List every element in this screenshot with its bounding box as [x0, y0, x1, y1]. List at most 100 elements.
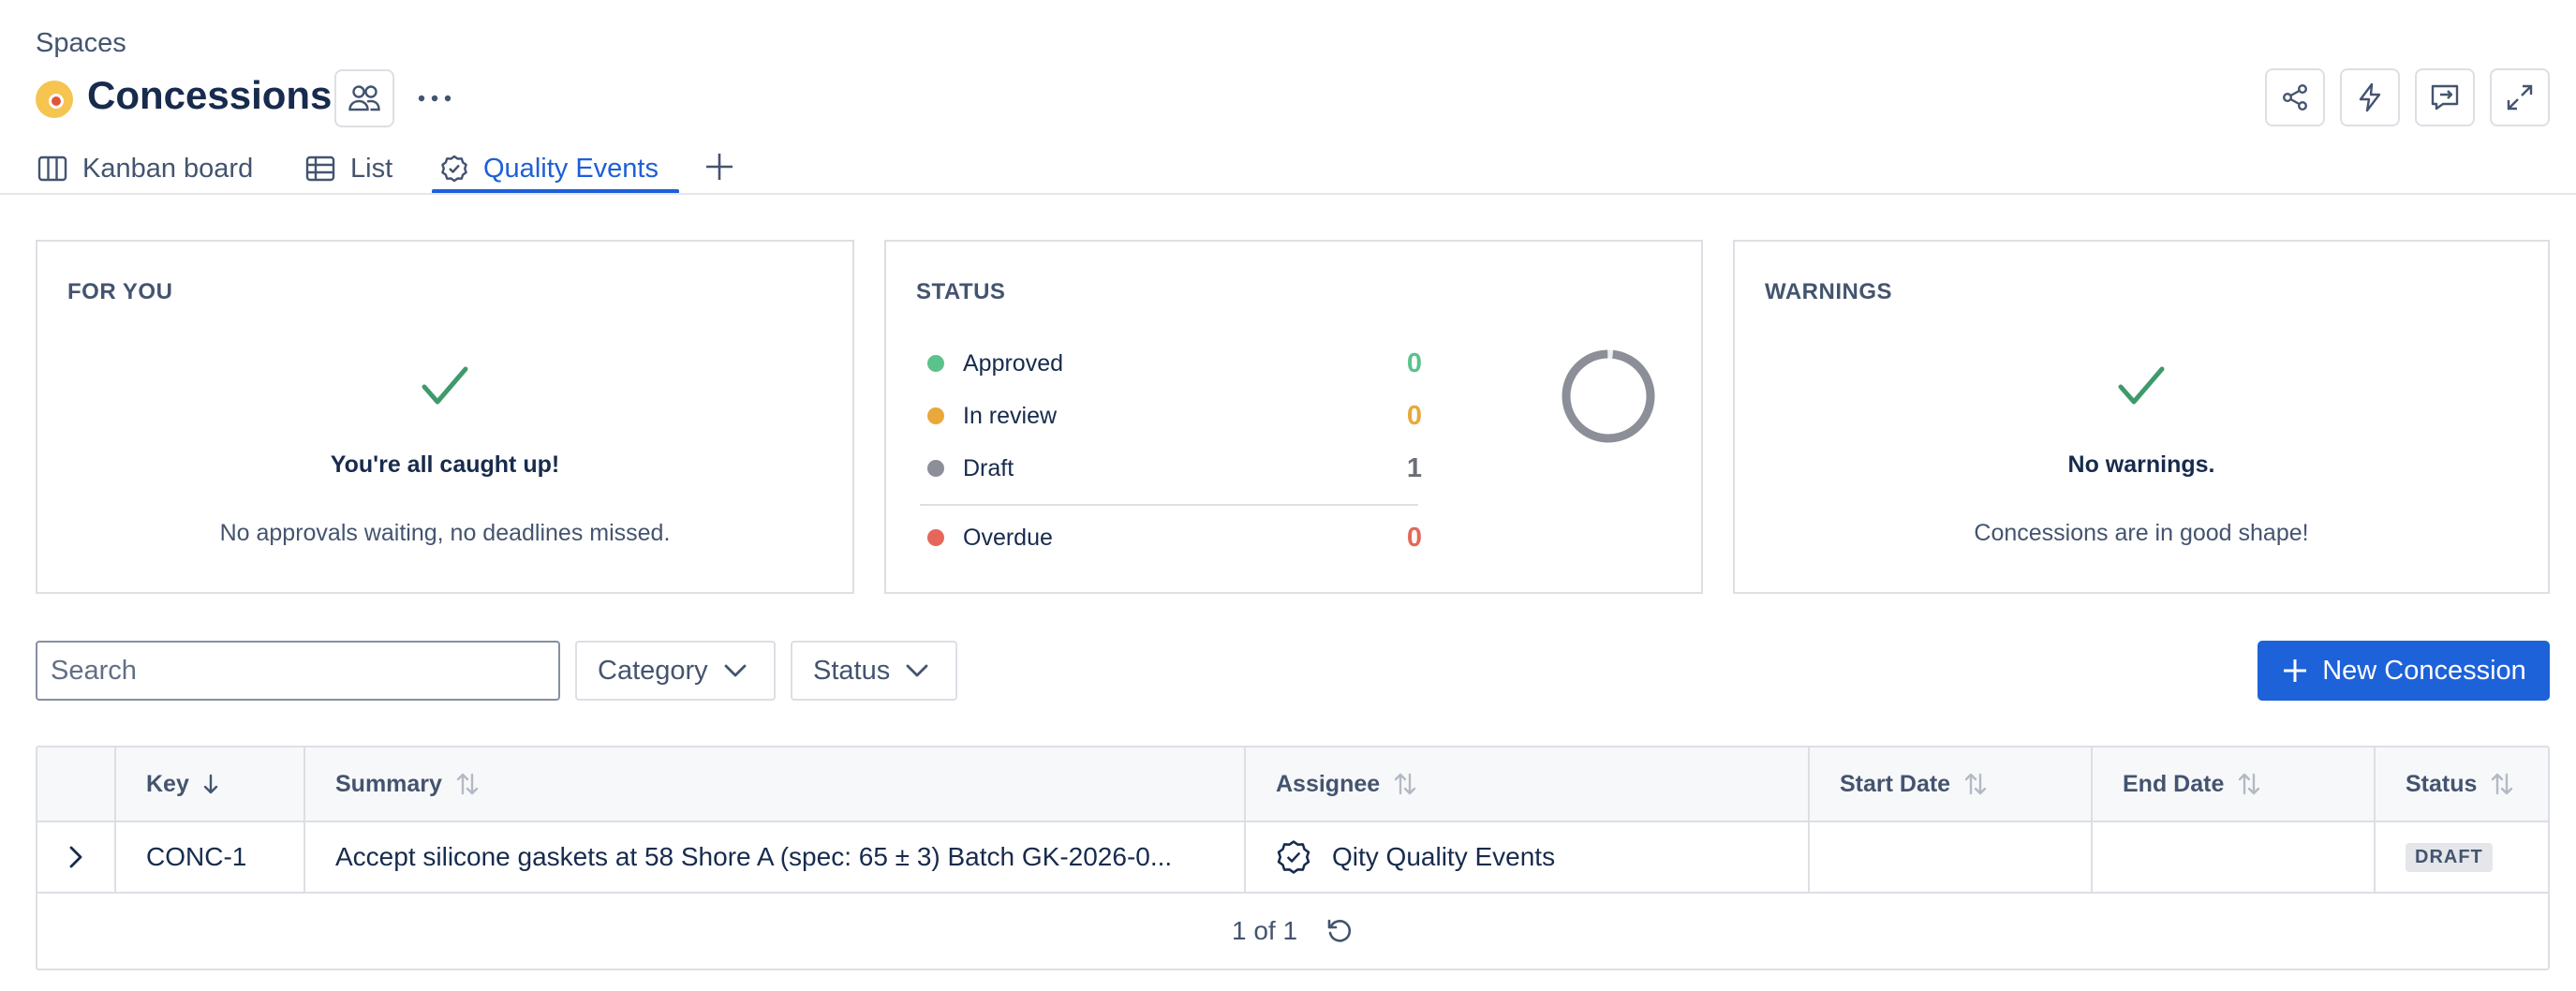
status-row-approved[interactable]: Approved 0: [927, 345, 1422, 382]
members-button[interactable]: [334, 69, 394, 127]
status-label: In review: [963, 402, 1058, 429]
table-header: Key Summary Assignee Start Date End Date…: [37, 747, 2548, 822]
column-label: Assignee: [1276, 770, 1381, 797]
status-dot: [927, 355, 944, 372]
status-label: Overdue: [963, 524, 1053, 551]
tab-quality-events[interactable]: Quality Events: [440, 146, 659, 191]
card-title: WARNINGS: [1765, 279, 1892, 304]
status-dot: [927, 460, 944, 477]
status-dropdown[interactable]: Status: [791, 641, 957, 701]
chevron-right-icon: [69, 846, 82, 868]
expand-row-button[interactable]: [37, 822, 114, 892]
table-pagination: 1 of 1: [37, 894, 2548, 969]
column-label: Start Date: [1840, 770, 1951, 797]
more-options-button[interactable]: [412, 77, 457, 120]
card-heading: No warnings.: [2067, 451, 2215, 478]
feedback-button[interactable]: [2415, 68, 2475, 126]
card-subtext: Concessions are in good shape!: [1974, 520, 2309, 546]
warnings-card: WARNINGS No warnings. Concessions are in…: [1733, 240, 2550, 594]
status-card: STATUS Approved 0 In review 0 Draft 1 Ov…: [884, 240, 1703, 594]
cell-start-date[interactable]: [1808, 822, 2091, 892]
badge-check-icon: [1277, 840, 1310, 874]
card-title: STATUS: [916, 279, 1006, 304]
chevron-down-icon: [906, 664, 928, 677]
people-icon: [348, 85, 380, 111]
plus-icon: [706, 154, 733, 180]
page-title: Concessions: [87, 73, 333, 117]
arrow-down-icon: [203, 774, 218, 794]
tab-label: Kanban board: [82, 153, 254, 184]
add-tab-button[interactable]: [701, 148, 738, 185]
column-header-status[interactable]: Status: [2374, 747, 2548, 821]
column-header-key[interactable]: Key: [114, 747, 303, 821]
cell-summary[interactable]: Accept silicone gaskets at 58 Shore A (s…: [303, 822, 1244, 892]
cell-end-date[interactable]: [2091, 822, 2374, 892]
tabs-divider: [0, 193, 2576, 195]
column-label: Summary: [335, 770, 442, 797]
comment-icon: [2431, 84, 2459, 111]
status-row-overdue[interactable]: Overdue 0: [927, 519, 1422, 556]
status-badge: DRAFT: [2406, 842, 2493, 872]
new-concession-button[interactable]: New Concession: [2258, 641, 2550, 701]
category-dropdown[interactable]: Category: [575, 641, 776, 701]
checkmark-icon: [422, 366, 468, 405]
share-button[interactable]: [2265, 68, 2325, 126]
sort-icon: [2492, 773, 2513, 795]
status-divider: [920, 504, 1418, 506]
status-count: 1: [1406, 452, 1422, 483]
expand-icon: [2507, 84, 2533, 111]
expand-column-header: [37, 747, 114, 821]
column-header-summary[interactable]: Summary: [303, 747, 1244, 821]
plus-icon: [2284, 659, 2307, 682]
tab-label: List: [350, 153, 393, 184]
status-count: 0: [1406, 348, 1422, 378]
search-input[interactable]: [36, 641, 560, 701]
tab-kanban-board[interactable]: Kanban board: [37, 146, 253, 191]
button-label: New Concession: [2322, 655, 2526, 686]
checkmark-icon: [2118, 366, 2165, 405]
for-you-card: FOR YOU You're all caught up! No approva…: [36, 240, 854, 594]
space-logo: [36, 81, 73, 118]
cell-assignee[interactable]: Qity Quality Events: [1244, 822, 1808, 892]
status-row-draft[interactable]: Draft 1: [927, 450, 1422, 487]
sort-icon: [456, 773, 479, 795]
status-row-in-review[interactable]: In review 0: [927, 397, 1422, 435]
more-icon: [418, 95, 452, 102]
cell-status[interactable]: DRAFT: [2374, 822, 2548, 892]
badge-check-icon: [441, 155, 467, 183]
refresh-icon[interactable]: [1325, 917, 1354, 945]
status-label: Draft: [963, 454, 1014, 481]
sort-icon: [2239, 773, 2260, 795]
fullscreen-button[interactable]: [2490, 68, 2550, 126]
cell-key[interactable]: CONC-1: [114, 822, 303, 892]
tab-list[interactable]: List: [305, 146, 392, 191]
columns-icon: [37, 155, 67, 182]
status-donut-chart: [1562, 349, 1655, 443]
card-heading: You're all caught up!: [330, 451, 560, 478]
chevron-down-icon: [724, 664, 747, 677]
automation-button[interactable]: [2340, 68, 2400, 126]
concessions-table: Key Summary Assignee Start Date End Date…: [36, 746, 2550, 970]
status-label: Approved: [963, 349, 1064, 377]
sort-icon: [1964, 773, 1987, 795]
column-label: Key: [146, 770, 189, 797]
donut-segment-draft: [1562, 349, 1655, 443]
column-header-start-date[interactable]: Start Date: [1808, 747, 2091, 821]
card-title: FOR YOU: [67, 279, 173, 304]
card-subtext: No approvals waiting, no deadlines misse…: [219, 520, 671, 546]
tab-label: Quality Events: [483, 153, 659, 184]
dropdown-label: Status: [813, 655, 891, 686]
status-count: 0: [1406, 522, 1422, 553]
lightning-icon: [2359, 82, 2381, 112]
column-label: End Date: [2123, 770, 2225, 797]
status-count: 0: [1406, 400, 1422, 431]
breadcrumb[interactable]: Spaces: [36, 28, 126, 59]
sort-icon: [1394, 773, 1416, 795]
table-icon: [305, 155, 335, 182]
assignee-name: Qity Quality Events: [1332, 842, 1556, 871]
pagination-text: 1 of 1: [1231, 916, 1298, 945]
column-header-assignee[interactable]: Assignee: [1244, 747, 1808, 821]
column-header-end-date[interactable]: End Date: [2091, 747, 2374, 821]
table-row[interactable]: CONC-1 Accept silicone gaskets at 58 Sho…: [37, 822, 2548, 894]
dropdown-label: Category: [598, 655, 708, 686]
